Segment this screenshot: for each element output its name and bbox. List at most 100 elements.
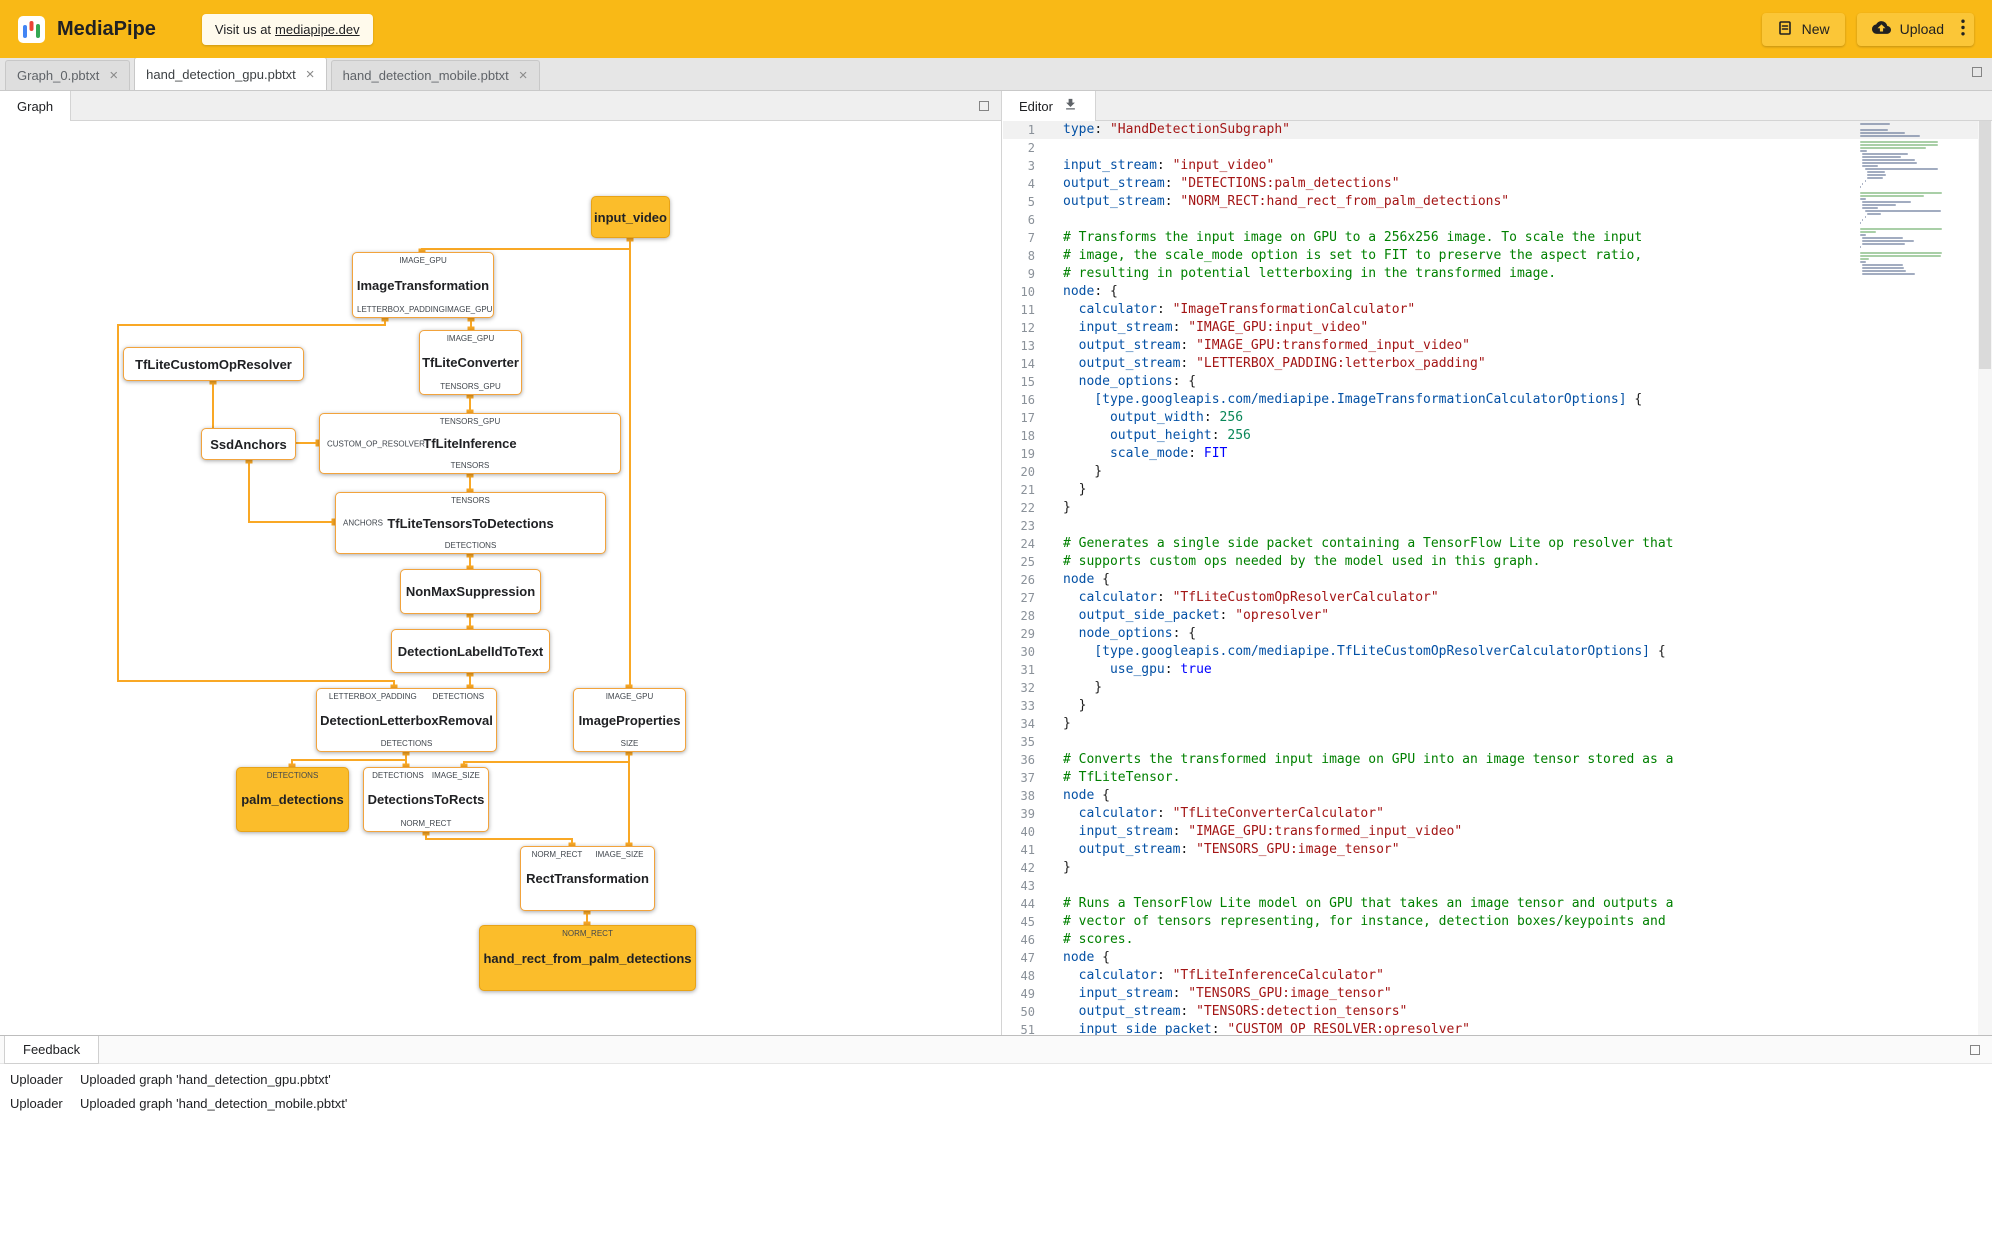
graph-node-detection-letterbox-removal[interactable]: LETTERBOX_PADDING DETECTIONS DetectionLe… — [316, 688, 497, 752]
code-text: # vector of tensors representing, for in… — [1063, 914, 1666, 929]
minimap-line — [1862, 162, 1917, 164]
scrollbar-thumb[interactable] — [1979, 121, 1991, 369]
code-line: 11 calculator: "ImageTransformationCalcu… — [1003, 301, 1992, 319]
editor-minimap[interactable] — [1860, 123, 1956, 276]
node-input-ports: TENSORS_GPU — [324, 417, 616, 426]
download-icon[interactable] — [1063, 97, 1078, 115]
graph-node-tflite-inference[interactable]: TENSORS_GPU CUSTOM_OP_RESOLVER TfLiteInf… — [319, 413, 621, 474]
code-line: 25 # supports custom ops needed by the mo… — [1003, 553, 1992, 571]
node-label: TfLiteTensorsToDetections — [387, 515, 554, 531]
code-line: 36 # Converts the transformed input image… — [1003, 751, 1992, 769]
file-tab-hand-detection-gpu[interactable]: hand_detection_gpu.pbtxt × — [134, 57, 327, 90]
close-tab-icon[interactable]: × — [306, 67, 315, 82]
editor-scrollbar[interactable] — [1978, 121, 1992, 1035]
port-label: IMAGE_GPU — [399, 256, 447, 265]
new-graph-button[interactable]: New — [1761, 12, 1845, 46]
line-number: 9 — [1027, 267, 1035, 281]
graph-node-non-max-suppression[interactable]: NonMaxSuppression — [400, 569, 541, 614]
code-editor[interactable]: 1 type: "HandDetectionSubgraph" 2 3 input_st… — [1003, 121, 1992, 1035]
graph-node-image-transformation[interactable]: IMAGE_GPU ImageTransformation LETTERBOX_… — [352, 252, 494, 318]
feedback-log: Uploader Uploaded graph 'hand_detection_… — [0, 1064, 1992, 1128]
graph-node-hand-rect-from-palm-detections[interactable]: NORM_RECT hand_rect_from_palm_detections — [479, 925, 696, 991]
expand-editor-icon[interactable] — [1972, 67, 1982, 77]
graph-node-input-video[interactable]: input_video — [591, 196, 670, 238]
line-number: 31 — [1020, 663, 1035, 677]
line-number: 28 — [1020, 609, 1035, 623]
line-number: 14 — [1020, 357, 1035, 371]
line-number: 22 — [1020, 501, 1035, 515]
feedback-entry: Uploader Uploaded graph 'hand_detection_… — [10, 1072, 1982, 1087]
minimap-line — [1860, 123, 1891, 125]
node-input-ports: IMAGE_GPU — [578, 692, 681, 701]
graph-node-detections-to-rects[interactable]: DETECTIONS IMAGE_SIZE DetectionsToRects … — [363, 767, 489, 832]
graph-node-detection-label-id-to-text[interactable]: DetectionLabelIdToText — [391, 629, 550, 673]
tab-graph[interactable]: Graph — [0, 91, 72, 121]
code-text: calculator: "TfLiteInferenceCalculator" — [1078, 968, 1384, 983]
code-text: } — [1063, 716, 1071, 731]
graph-node-image-properties[interactable]: IMAGE_GPU ImageProperties SIZE — [573, 688, 686, 752]
code-line: 2 — [1003, 139, 1992, 157]
port-label: TENSORS — [451, 496, 490, 505]
mediapipe-dev-link[interactable]: mediapipe.dev — [275, 22, 360, 37]
code-line: 15 node_options: { — [1003, 373, 1992, 391]
line-number: 18 — [1020, 429, 1035, 443]
line-number: 40 — [1020, 825, 1035, 839]
node-label: DetectionLabelIdToText — [397, 643, 544, 659]
node-input-ports: TENSORS — [340, 496, 601, 505]
graph-node-rect-transformation[interactable]: NORM_RECT IMAGE_SIZE RectTransformation — [520, 846, 655, 911]
code-line: 18 output_height: 256 — [1003, 427, 1992, 445]
line-number: 7 — [1027, 231, 1035, 245]
code-line: 34} — [1003, 715, 1992, 733]
close-tab-icon[interactable]: × — [109, 68, 118, 83]
code-text: output_height: 256 — [1109, 428, 1251, 443]
code-line: 37 # TfLiteTensor. — [1003, 769, 1992, 787]
close-tab-icon[interactable]: × — [519, 68, 528, 83]
graph-node-tflite-custom-op-resolver[interactable]: TfLiteCustomOpResolver — [123, 347, 304, 381]
code-text: } — [1063, 482, 1087, 497]
popout-graph-icon[interactable] — [979, 101, 989, 111]
upload-button-label: Upload — [1899, 21, 1944, 37]
file-tab-graph-0[interactable]: Graph_0.pbtxt × — [5, 60, 131, 90]
code-line: 33 } — [1003, 697, 1992, 715]
graph-node-tflite-converter[interactable]: IMAGE_GPU TfLiteConverter TENSORS_GPU — [419, 330, 522, 395]
graph-node-ssd-anchors[interactable]: SsdAnchors — [201, 428, 296, 460]
node-label: ImageTransformation — [356, 277, 490, 293]
node-input-ports: NORM_RECT — [484, 929, 691, 938]
minimap-line — [1862, 264, 1904, 266]
code-text: output_stream: "IMAGE_GPU:transformed_in… — [1078, 338, 1470, 353]
file-tab-label: hand_detection_mobile.pbtxt — [342, 68, 509, 83]
minimap-line — [1860, 258, 1870, 260]
code-line: 14 output_stream: "LETTERBOX_PADDING:let… — [1003, 355, 1992, 373]
graph-node-palm-detections[interactable]: DETECTIONS palm_detections — [236, 767, 349, 832]
port-label: LETTERBOX_PADDING — [357, 305, 445, 314]
graph-node-tflite-tensors-to-detections[interactable]: TENSORS ANCHORS TfLiteTensorsToDetection… — [335, 492, 606, 554]
line-number: 38 — [1020, 789, 1035, 803]
code-line: 10 node: { — [1003, 283, 1992, 301]
node-label: SsdAnchors — [210, 436, 287, 452]
port-label: TENSORS — [450, 461, 490, 470]
code-line: 42} — [1003, 859, 1992, 877]
minimap-line — [1862, 273, 1915, 275]
file-tab-hand-detection-mobile[interactable]: hand_detection_mobile.pbtxt × — [330, 60, 540, 90]
code-text: # scores. — [1063, 932, 1134, 947]
line-number: 6 — [1027, 213, 1035, 227]
minimap-line — [1867, 177, 1883, 179]
graph-canvas[interactable]: input_video IMAGE_GPU ImageTransformatio… — [0, 121, 1002, 1035]
code-text: [type.googleapis.com/mediapipe.TfLiteCus… — [1094, 644, 1666, 659]
line-number: 49 — [1020, 987, 1035, 1001]
upload-button[interactable]: Upload — [1857, 13, 1959, 46]
minimap-line — [1867, 171, 1886, 173]
visit-us-chip[interactable]: Visit us at mediapipe.dev — [201, 13, 373, 45]
tab-editor[interactable]: Editor — [1002, 91, 1096, 121]
visit-us-text: Visit us at — [214, 21, 272, 37]
more-options-button[interactable] — [1959, 13, 1974, 46]
node-output-ports: SIZE — [578, 739, 681, 748]
tab-feedback[interactable]: Feedback — [4, 1036, 100, 1064]
line-number: 47 — [1020, 951, 1035, 965]
cloud-upload-icon — [1871, 18, 1891, 40]
code-text: output_width: 256 — [1109, 410, 1244, 425]
node-input-ports: NORM_RECT IMAGE_SIZE — [525, 850, 650, 859]
feedback-panel: Feedback Uploader Uploaded graph 'hand_d… — [0, 1035, 1992, 1242]
popout-feedback-icon[interactable] — [1970, 1045, 1980, 1055]
code-line: 5 output_stream: "NORM_RECT:hand_rect_fro… — [1003, 193, 1992, 211]
